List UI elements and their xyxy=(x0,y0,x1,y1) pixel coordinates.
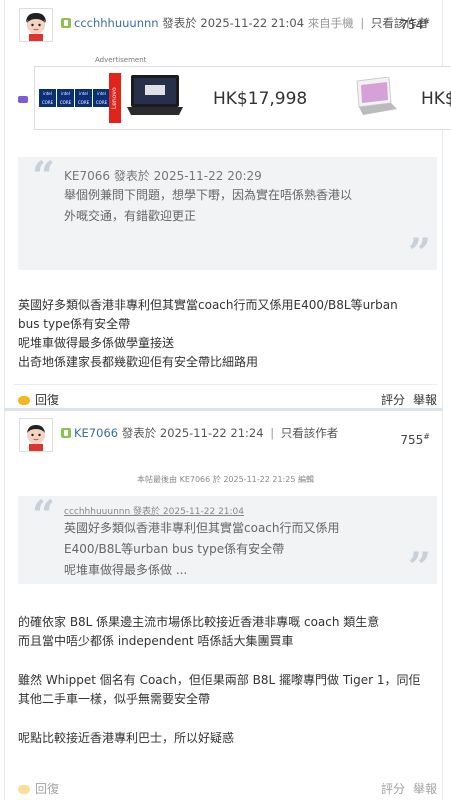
post-source: 來自手機 xyxy=(307,16,354,30)
post-body: 英國好多類似香港非專利但其實當coach行而又係用E400/B8L等urban … xyxy=(18,298,398,369)
user-icon xyxy=(61,18,71,28)
open-quote-icon: “ xyxy=(32,492,56,539)
intel-chip: intel CORE xyxy=(57,89,74,107)
user-icon xyxy=(61,428,71,438)
edited-note: 本帖最後由 KE7066 於 2025-11-22 21:25 編輯 xyxy=(137,475,314,484)
post-meta: ccchhhuuunnn 發表於 2025-11-22 21:04 來自手機 |… xyxy=(61,15,428,31)
quote-author: KE7066 發表於 2025-11-22 20:29 xyxy=(64,169,262,183)
post-footer: 回復 評分 舉報 xyxy=(14,384,437,409)
view-author-only-link[interactable]: 只看該作者 xyxy=(281,426,339,440)
ad-label: Advertisement xyxy=(95,56,147,64)
reply-button[interactable]: 回復 xyxy=(18,780,59,797)
intel-chip: intel CORE xyxy=(75,89,92,107)
reply-icon xyxy=(18,396,30,405)
open-quote-icon: “ xyxy=(32,153,56,200)
reply-button[interactable]: 回復 xyxy=(18,391,59,408)
post-actions: 評分 舉報 xyxy=(373,391,437,408)
floor-number[interactable]: 755# xyxy=(400,432,430,447)
author-name[interactable]: ccchhhuuunnn xyxy=(74,16,159,30)
floor-number[interactable]: 754# xyxy=(400,17,430,32)
posted-prefix: 發表於 xyxy=(162,16,197,30)
posted-prefix: 發表於 xyxy=(121,426,157,440)
post-header: KE7066 發表於 2025-11-22 21:24 | 只看該作者 755# xyxy=(19,418,430,452)
divider: | xyxy=(360,16,365,30)
rate-button[interactable]: 評分 xyxy=(381,782,405,796)
quote-block: “ KE7066 發表於 2025-11-22 20:29 舉個例兼問下問題，想… xyxy=(18,153,437,274)
post-timestamp: 2025-11-22 21:24 xyxy=(159,426,264,440)
floor-suffix: # xyxy=(423,17,430,26)
floor-suffix: # xyxy=(423,432,430,441)
laptop-image xyxy=(356,77,397,115)
report-button[interactable]: 舉報 xyxy=(413,782,437,796)
adchoices-icon[interactable] xyxy=(18,96,28,103)
floor-value: 754 xyxy=(400,18,424,32)
intel-badges: intel COREintel COREintel COREintel CORE xyxy=(39,89,111,108)
post-meta: KE7066 發表於 2025-11-22 21:24 | 只看該作者 xyxy=(61,425,338,441)
quote-author-link[interactable]: ccchhhuuunnn 發表於 2025-11-22 21:04 xyxy=(64,504,244,517)
post-footer: 回復 評分 舉報 xyxy=(14,774,437,798)
post-body: 的確依家 B8L 係果邊主流市場係比較接近香港非專嘅 coach 類生意 而且當中… xyxy=(18,613,437,768)
rate-button[interactable]: 評分 xyxy=(381,393,405,407)
quote-text: 舉個例兼問下問題，想學下嘢，因為實在唔係熟香港以 外嘅交通，有錯歡迎更正 xyxy=(64,188,353,223)
lenovo-logo: Lenovo xyxy=(109,73,121,123)
intel-chip: intel CORE xyxy=(93,89,110,107)
avatar[interactable] xyxy=(19,418,53,452)
advertisement-banner[interactable]: intel COREintel COREintel COREintel CORE… xyxy=(34,66,451,130)
intel-chip: intel CORE xyxy=(39,89,56,107)
paragraph: 的確依家 B8L 係果邊主流市場係比較接近香港非專嘅 coach 類生意 而且當中… xyxy=(18,615,380,648)
laptop-image xyxy=(127,75,183,115)
ad-price-next: HK$ xyxy=(421,89,451,109)
paragraph: 呢點比較接近香港專利巴士，所以好疑惑 xyxy=(18,731,235,745)
report-button[interactable]: 舉報 xyxy=(413,393,437,407)
floor-value: 755 xyxy=(400,433,424,447)
post-header: ccchhhuuunnn 發表於 2025-11-22 21:04 來自手機 |… xyxy=(19,8,430,42)
avatar[interactable] xyxy=(19,8,53,42)
quote-block: “ ccchhhuuunnn 發表於 2025-11-22 21:04 英國好多… xyxy=(18,492,437,588)
author-name[interactable]: KE7066 xyxy=(74,426,118,440)
forum-thread: ccchhhuuunnn 發表於 2025-11-22 21:04 來自手機 |… xyxy=(0,0,451,800)
divider: | xyxy=(270,426,275,440)
close-quote-icon: ” xyxy=(407,230,431,277)
post-timestamp: 2025-11-22 21:04 xyxy=(200,16,305,30)
post-actions: 評分 舉報 xyxy=(373,780,437,797)
quote-text: 英國好多類似香港非專利但其實當coach行而又係用 E400/B8L等urban… xyxy=(64,521,340,577)
paragraph: 雖然 Whippet 個名有 Coach，但佢果兩部 B8L 擺嚟專門做 Tig… xyxy=(18,673,421,706)
close-quote-icon: ” xyxy=(407,544,431,591)
ad-price: HK$17,998 xyxy=(213,89,308,109)
reply-icon xyxy=(18,785,30,794)
